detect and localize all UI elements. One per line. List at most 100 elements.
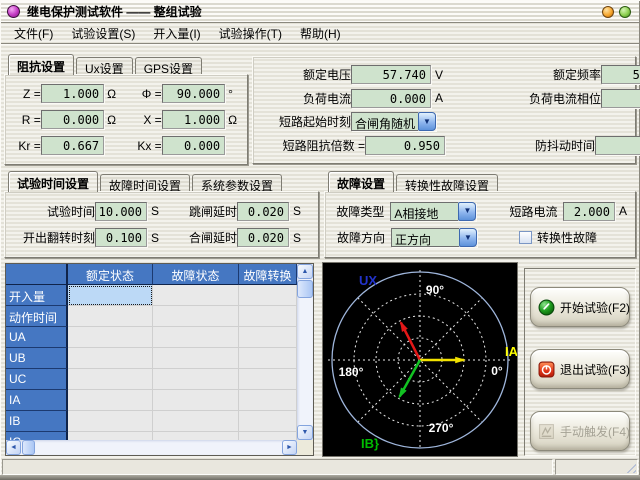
r-field[interactable]: 0.000: [41, 110, 104, 129]
tab-gps-settings[interactable]: GPS设置: [135, 57, 202, 75]
close-delay-field[interactable]: 0.020: [237, 228, 289, 247]
short-circuit-start-dropdown[interactable]: 合闸角随机 ▼: [351, 112, 436, 131]
short-circuit-start-label: 短路起始时刻: [261, 113, 351, 130]
test-time-settings-panel: 试验时间设置 故障时间设置 系统参数设置 试验时间 10.000 S 跳闸延时 …: [4, 171, 319, 258]
fault-type-dropdown[interactable]: A相接地 ▼: [390, 202, 476, 221]
table-cell[interactable]: [239, 285, 297, 306]
table-cell[interactable]: [239, 327, 297, 348]
table-row-header[interactable]: UA: [6, 327, 68, 348]
tab-ux-settings[interactable]: Ux设置: [76, 57, 133, 75]
load-current-phase-field[interactable]: 0.000: [601, 89, 640, 108]
table-cell[interactable]: [68, 369, 153, 390]
scrollbar-corner: [297, 440, 313, 455]
scroll-left-icon[interactable]: ◄: [6, 440, 21, 455]
rated-voltage-field[interactable]: 57.740: [351, 65, 431, 84]
table-row-header[interactable]: 开入量: [6, 285, 68, 306]
rated-frequency-field[interactable]: 50.000: [601, 65, 640, 84]
table-row-header[interactable]: IC: [6, 432, 68, 440]
chevron-down-icon[interactable]: ▼: [418, 112, 436, 131]
table-cell[interactable]: [68, 390, 153, 411]
scroll-right-icon[interactable]: ►: [282, 440, 297, 455]
table-cell[interactable]: [153, 348, 239, 369]
tab-test-time-settings[interactable]: 试验时间设置: [8, 171, 98, 192]
rated-frequency-label: 额定频率: [451, 66, 601, 83]
menu-file[interactable]: 文件(F): [5, 23, 62, 44]
manual-trigger-button[interactable]: 手动触发(F4): [530, 411, 630, 451]
table-cell-selected[interactable]: [68, 285, 153, 306]
table-cell[interactable]: [153, 285, 239, 306]
chevron-down-icon[interactable]: ▼: [459, 228, 477, 247]
window-bottom-edge: [0, 475, 640, 480]
table-cell[interactable]: [239, 411, 297, 432]
table-row-header[interactable]: UB: [6, 348, 68, 369]
z-field[interactable]: 1.000: [41, 84, 104, 103]
close-orb-button[interactable]: [619, 6, 631, 18]
table-row-header[interactable]: UC: [6, 369, 68, 390]
table-row-header[interactable]: 动作时间: [6, 306, 68, 327]
table-cell[interactable]: [239, 432, 297, 440]
scroll-up-icon[interactable]: ▲: [297, 264, 313, 279]
column-header-fault-state[interactable]: 故障状态: [153, 264, 239, 285]
fault-direction-dropdown[interactable]: 正方向 ▼: [391, 228, 477, 247]
table-cell[interactable]: [239, 348, 297, 369]
kr-label: Kr =: [11, 139, 41, 153]
horizontal-scrollbar-thumb[interactable]: [22, 440, 35, 455]
table-cell[interactable]: [68, 432, 153, 440]
menu-binary-input[interactable]: 开入量(I): [144, 23, 209, 44]
vertical-scrollbar-track[interactable]: [297, 299, 313, 425]
tab-fault-settings[interactable]: 故障设置: [328, 171, 394, 192]
horizontal-scrollbar[interactable]: ◄ ►: [6, 440, 297, 455]
exit-test-button[interactable]: 退出试验(F3): [530, 349, 630, 389]
short-circuit-current-field[interactable]: 2.000: [563, 202, 615, 221]
start-test-button[interactable]: 开始试验(F2): [530, 287, 630, 327]
vertical-scrollbar[interactable]: ▲ ▼: [297, 264, 313, 440]
menu-help[interactable]: 帮助(H): [291, 23, 350, 44]
trip-delay-unit: S: [289, 204, 303, 218]
menu-test-operation[interactable]: 试验操作(T): [210, 23, 291, 44]
phi-field[interactable]: 90.000: [162, 84, 225, 103]
table-cell[interactable]: [68, 327, 153, 348]
chevron-down-icon[interactable]: ▼: [458, 202, 476, 221]
table-cell[interactable]: [153, 390, 239, 411]
rated-voltage-unit: V: [431, 68, 451, 82]
table-cell[interactable]: [153, 411, 239, 432]
table-cell[interactable]: [68, 411, 153, 432]
table-cell[interactable]: [239, 306, 297, 327]
table-cell[interactable]: [68, 348, 153, 369]
table-cell[interactable]: [153, 432, 239, 440]
load-current-field[interactable]: 0.000: [351, 89, 431, 108]
table-cell[interactable]: [153, 369, 239, 390]
anti-shake-field[interactable]: 20: [595, 136, 640, 155]
table-row-header[interactable]: IA: [6, 390, 68, 411]
convert-fault-checkbox[interactable]: [519, 231, 532, 244]
scroll-down-icon[interactable]: ▼: [297, 425, 313, 440]
impedance-multiple-field[interactable]: 0.950: [365, 136, 445, 155]
table-cell[interactable]: [68, 306, 153, 327]
table-cell[interactable]: [239, 369, 297, 390]
column-header-fault-convert[interactable]: 故障转换: [239, 264, 297, 285]
angle-label-270: 270°: [429, 421, 454, 435]
kx-field[interactable]: 0.000: [162, 136, 225, 155]
table-row-header[interactable]: IB: [6, 411, 68, 432]
load-current-unit: A: [431, 91, 451, 105]
trip-delay-field[interactable]: 0.020: [237, 202, 289, 221]
test-time-field[interactable]: 10.000: [95, 202, 147, 221]
tab-fault-time-settings[interactable]: 故障时间设置: [100, 174, 190, 192]
short-circuit-current-label: 短路电流: [476, 203, 557, 220]
tab-impedance-settings[interactable]: 阻抗设置: [8, 54, 74, 75]
column-header-rated-state[interactable]: 额定状态: [68, 264, 153, 285]
menu-test-settings[interactable]: 试验设置(S): [62, 23, 144, 44]
tab-convert-fault-settings[interactable]: 转换性故障设置: [396, 174, 498, 192]
kr-field[interactable]: 0.667: [41, 136, 104, 155]
resize-grip[interactable]: [623, 460, 636, 473]
x-field[interactable]: 1.000: [162, 110, 225, 129]
vertical-scrollbar-thumb[interactable]: [297, 280, 313, 298]
table-cell[interactable]: [153, 327, 239, 348]
tab-system-parameter-settings[interactable]: 系统参数设置: [192, 174, 282, 192]
minimize-orb-button[interactable]: [602, 6, 614, 18]
table-cell[interactable]: [153, 306, 239, 327]
table-cell[interactable]: [239, 390, 297, 411]
output-flip-time-field[interactable]: 0.100: [95, 228, 147, 247]
horizontal-scrollbar-track[interactable]: [36, 440, 282, 455]
menu-bar: 文件(F) 试验设置(S) 开入量(I) 试验操作(T) 帮助(H): [1, 23, 639, 44]
